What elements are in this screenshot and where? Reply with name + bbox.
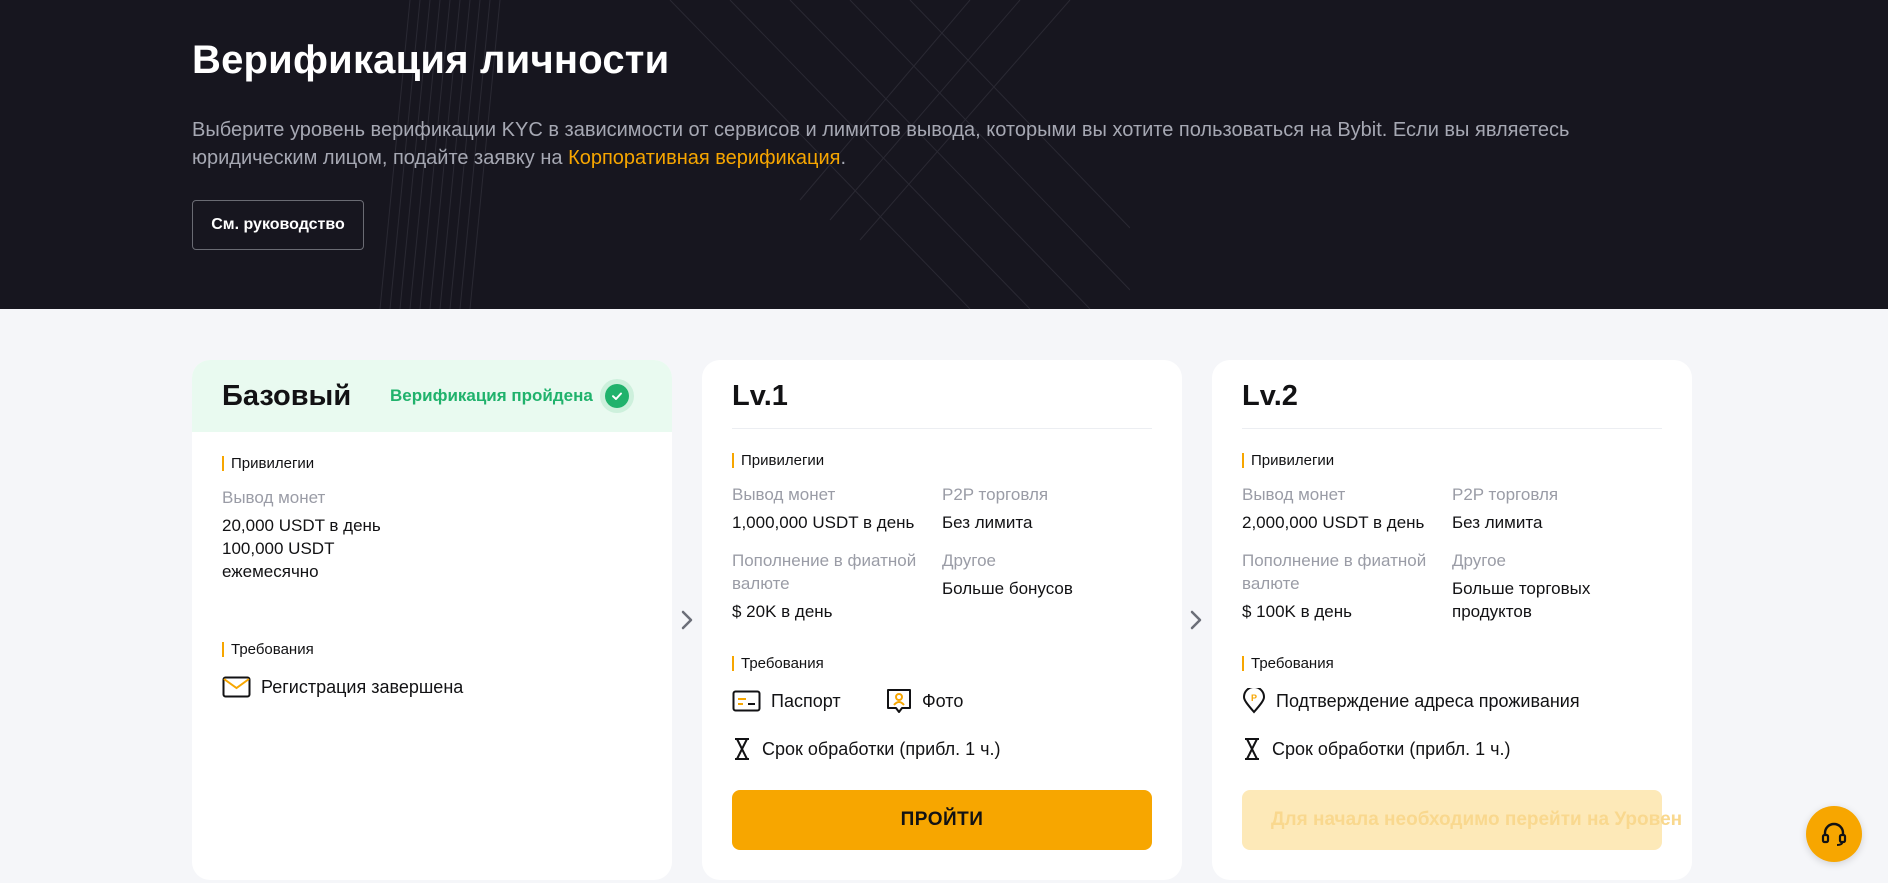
other-label: Другое bbox=[1452, 551, 1507, 570]
level-card-lv2: Lv.2 Привилегии Вывод монет 2,000,000 US… bbox=[1212, 360, 1692, 880]
requirements-label: Требования bbox=[1242, 656, 1334, 671]
photo-portrait-icon bbox=[887, 689, 911, 713]
hourglass-icon bbox=[735, 738, 749, 760]
fiat-label: Пополнение в фиатной bbox=[732, 551, 917, 570]
chevron-right-icon bbox=[1190, 610, 1202, 630]
level-card-lv1: Lv.1 Привилегии Вывод монет 1,000,000 US… bbox=[702, 360, 1182, 880]
lv1-card-title: Lv.1 bbox=[732, 380, 788, 412]
check-circle-icon bbox=[600, 379, 634, 413]
requirement-processing-time-text: Срок обработки (прибл. 1 ч.) bbox=[1272, 738, 1511, 759]
withdraw-value: 2,000,000 USDT в день bbox=[1242, 513, 1425, 532]
fiat-label-2: валюте bbox=[1242, 574, 1300, 593]
envelope-icon bbox=[222, 676, 251, 698]
headset-icon bbox=[1821, 822, 1847, 846]
withdraw-label: Вывод монет bbox=[1242, 485, 1346, 504]
requirement-photo-text: Фото bbox=[922, 690, 964, 711]
requirement-photo: Фото bbox=[886, 688, 963, 714]
p2p-value: Без лимита bbox=[1452, 513, 1543, 532]
requirement-registration: Регистрация завершена bbox=[222, 676, 463, 698]
requirement-passport-text: Паспорт bbox=[771, 690, 841, 711]
requirement-processing-time: Срок обработки (прибл. 1 ч.) bbox=[1242, 737, 1511, 761]
start-verification-button[interactable]: ПРОЙТИ bbox=[732, 790, 1152, 850]
p2p-label: P2P торговля bbox=[942, 485, 1049, 504]
id-card-icon bbox=[732, 690, 761, 712]
locked-level-button[interactable]: Для начала необходимо перейти на Уровен bbox=[1242, 790, 1682, 850]
hero-banner: Верификация личности Выберите уровень ве… bbox=[0, 0, 1888, 309]
other-value: Больше бонусов bbox=[942, 579, 1073, 598]
withdraw-month-value: 100,000 USDT bbox=[222, 539, 335, 558]
requirement-processing-time: Срок обработки (прибл. 1 ч.) bbox=[732, 737, 1001, 761]
svg-text:P: P bbox=[1251, 693, 1257, 703]
fiat-label: Пополнение в фиатной bbox=[1242, 551, 1427, 570]
requirement-address: P Подтверждение адреса проживания bbox=[1242, 688, 1580, 714]
withdraw-day-value: 20,000 USDT в день bbox=[222, 516, 381, 535]
lv2-card-title: Lv.2 bbox=[1242, 380, 1298, 412]
other-label: Другое bbox=[942, 551, 997, 570]
requirement-registration-text: Регистрация завершена bbox=[261, 676, 464, 697]
guide-button[interactable]: См. руководство bbox=[192, 200, 364, 250]
level-card-basic: Базовый Верификация пройдена Привилегии … bbox=[192, 360, 672, 880]
requirements-label: Требования bbox=[222, 642, 314, 657]
privileges-label: Привилегии bbox=[1242, 453, 1334, 468]
withdraw-label: Вывод монет bbox=[732, 485, 836, 504]
requirements-label: Требования bbox=[732, 656, 824, 671]
fiat-label-2: валюте bbox=[732, 574, 790, 593]
description-end: . bbox=[840, 147, 847, 169]
withdraw-label: Вывод монет bbox=[222, 488, 326, 507]
withdraw-month-value-2: ежемесячно bbox=[222, 562, 319, 581]
divider bbox=[732, 428, 1152, 429]
page-title: Верификация личности bbox=[192, 38, 670, 82]
p2p-label: P2P торговля bbox=[1452, 485, 1559, 504]
basic-card-title: Базовый bbox=[222, 380, 352, 412]
other-value-2: продуктов bbox=[1452, 602, 1532, 621]
requirement-address-text: Подтверждение адреса проживания bbox=[1276, 690, 1580, 711]
fiat-value: $ 100K в день bbox=[1242, 602, 1352, 621]
privileges-label: Привилегии bbox=[732, 453, 824, 468]
withdraw-value: 1,000,000 USDT в день bbox=[732, 513, 915, 532]
p2p-value: Без лимита bbox=[942, 513, 1033, 532]
description-text: Выберите уровень верификации KYC в завис… bbox=[192, 119, 1570, 169]
fiat-value: $ 20K в день bbox=[732, 602, 833, 621]
verification-status: Верификация пройдена bbox=[390, 386, 593, 405]
other-value: Больше торговых bbox=[1452, 579, 1591, 598]
hourglass-icon bbox=[1245, 738, 1259, 760]
location-pin-icon: P bbox=[1242, 688, 1266, 714]
basic-card-header: Базовый Верификация пройдена bbox=[192, 360, 672, 432]
chevron-right-icon bbox=[681, 610, 693, 630]
support-chat-button[interactable] bbox=[1806, 806, 1862, 862]
corporate-verification-link[interactable]: Корпоративная верификация bbox=[568, 147, 840, 169]
requirement-processing-time-text: Срок обработки (прибл. 1 ч.) bbox=[762, 738, 1001, 759]
privileges-label: Привилегии bbox=[222, 456, 314, 471]
page-description: Выберите уровень верификации KYC в завис… bbox=[192, 116, 1612, 172]
requirement-passport: Паспорт bbox=[732, 690, 841, 712]
divider bbox=[1242, 428, 1662, 429]
